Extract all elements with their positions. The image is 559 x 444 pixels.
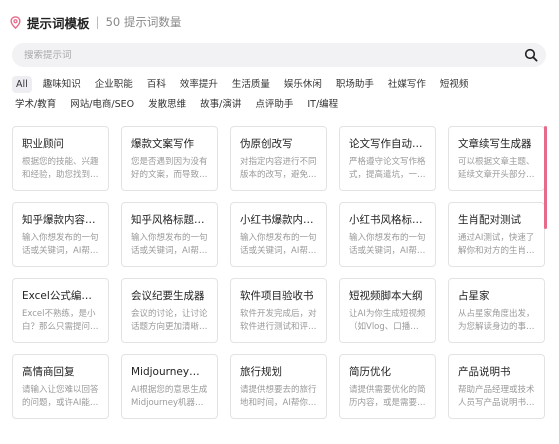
template-card[interactable]: 旅行规划请提供想要去的旅行地和时间，AI帮你规划… bbox=[230, 354, 327, 419]
template-card-description: 输入你想发布的一句话或关键词，AI帮你生… bbox=[349, 233, 426, 256]
template-card-description: 对指定内容进行不同版本的改写，避免文本… bbox=[240, 157, 317, 180]
template-card-title: 爆款文案写作 bbox=[131, 138, 194, 150]
template-card-title: 知乎爆款内容生… bbox=[22, 214, 100, 226]
category-tag[interactable]: 企业职能 bbox=[92, 76, 136, 93]
template-card-title: 高情商回复 bbox=[22, 366, 75, 378]
template-card-description: 请提供需要优化的简历内容，或是需要突出… bbox=[349, 385, 426, 408]
template-card-title: 旅行规划 bbox=[240, 366, 282, 378]
template-card-title: 会议纪要生成器 bbox=[131, 290, 205, 302]
category-tag[interactable]: 学术/教育 bbox=[12, 96, 59, 113]
template-card-description: 严格遵守论文写作格式，提高遣坑，一份… bbox=[349, 157, 426, 180]
template-card-description: 输入你想发布的一句话或关键词，AI帮你生… bbox=[240, 233, 317, 256]
category-tags: All 趣味知识 企业职能 百科 效率提升 生活质量 娱乐休闲 职场助手 社媒写作 短视频学术/教… bbox=[12, 76, 522, 113]
category-tag[interactable]: 生活质量 bbox=[229, 76, 273, 93]
search-input[interactable] bbox=[24, 49, 524, 61]
template-card-title: 产品说明书 bbox=[458, 366, 511, 378]
template-card[interactable]: 论文写作自动生… 严格遵守论文写作格式，提高遣坑，一份… bbox=[339, 126, 436, 191]
template-card-description: 您是否遇到因为没有好的文案，而导致很多… bbox=[131, 157, 208, 180]
category-tag[interactable]: 网站/电商/SEO bbox=[67, 96, 137, 113]
template-card-title: 文章续写生成器 bbox=[458, 138, 532, 150]
template-card-title: 伪原创改写 bbox=[240, 138, 293, 150]
location-pin-icon bbox=[10, 15, 21, 29]
template-card[interactable]: Excel公式编辑器 Excel不熟练，是小白？那么只需提问想… bbox=[12, 278, 109, 343]
category-tag[interactable]: 百科 bbox=[144, 76, 169, 93]
template-card-title: 论文写作自动生… bbox=[349, 138, 427, 150]
template-card-title: 短视频脚本大纲 bbox=[349, 290, 423, 302]
template-card-description: 软件开发完成后，对软件进行测试和评估，… bbox=[240, 309, 317, 332]
template-card-title: 简历优化 bbox=[349, 366, 391, 378]
template-card[interactable]: 知乎风格标题生… 输入你想发布的一句话或关键词，AI帮你生… bbox=[121, 202, 218, 267]
category-tag[interactable]: All bbox=[12, 76, 32, 93]
template-card-title: 占星家 bbox=[458, 290, 490, 302]
page-header: 提示词模板 | 50 提示词数量 bbox=[9, 12, 181, 32]
template-card[interactable]: 伪原创改写对指定内容进行不同版本的改写，避免文本… bbox=[230, 126, 327, 191]
category-tag[interactable]: 职场助手 bbox=[333, 76, 377, 93]
search-bar[interactable] bbox=[12, 43, 546, 67]
template-card-description: 从占星家角度出发，为您解读身边的事情，… bbox=[458, 309, 535, 332]
template-card-title: 知乎风格标题生… bbox=[131, 214, 209, 226]
category-tag[interactable]: 社媒写作 bbox=[385, 76, 429, 93]
template-card-description: 会议的讨论，让讨论话题方向更加清晰明确… bbox=[131, 309, 208, 332]
template-card[interactable]: 文章续写生成器可以根据文章主题、延续文章开头部分完成… bbox=[448, 126, 545, 191]
page-title: 提示词模板 bbox=[27, 15, 90, 31]
template-card-description: 让AI为你生成短视频（如Vlog、口播稿）… bbox=[349, 309, 426, 332]
search-icon[interactable] bbox=[524, 48, 538, 62]
category-tag[interactable]: 发散思维 bbox=[145, 96, 189, 113]
template-card[interactable]: Midjourney提示词 AI根据您的意思生成Midjourney机器人生… bbox=[121, 354, 218, 419]
template-card[interactable]: 短视频脚本大纲让AI为你生成短视频（如Vlog、口播稿）… bbox=[339, 278, 436, 343]
template-card-title: Midjourney提示词 bbox=[131, 366, 209, 378]
template-card[interactable]: 小红书爆款内容… 输入你想发布的一句话或关键词，AI帮你生… bbox=[230, 202, 327, 267]
template-card[interactable]: 生肖配对测试通过AI测试，快速了解你和对方的生肖是否… bbox=[448, 202, 545, 267]
category-tag[interactable]: 故事/演讲 bbox=[197, 96, 244, 113]
template-card[interactable]: 小红书风格标题… 输入你想发布的一句话或关键词，AI帮你生… bbox=[339, 202, 436, 267]
template-card-description: 根据您的技能、兴趣和经验，助您找到适合… bbox=[22, 157, 99, 180]
template-card[interactable]: 职业顾问根据您的技能、兴趣和经验，助您找到适合… bbox=[12, 126, 109, 191]
template-card-description: 通过AI测试，快速了解你和对方的生肖是否… bbox=[458, 233, 535, 256]
template-card-title: 生肖配对测试 bbox=[458, 214, 521, 226]
template-card-description: 输入你想发布的一句话或关键词，AI帮你生… bbox=[22, 233, 99, 256]
template-card[interactable]: 软件项目验收书软件开发完成后，对软件进行测试和评估，… bbox=[230, 278, 327, 343]
template-card-title: 软件项目验收书 bbox=[240, 290, 314, 302]
template-card-description: 请输入让您难以回答的问题，或许AI能为您… bbox=[22, 385, 99, 408]
category-tag[interactable]: 点评助手 bbox=[252, 96, 296, 113]
prompt-count: 50 提示词数量 bbox=[105, 15, 182, 29]
template-card-description: 输入你想发布的一句话或关键词，AI帮你生… bbox=[131, 233, 208, 256]
template-card[interactable]: 会议纪要生成器会议的讨论，让讨论话题方向更加清晰明确… bbox=[121, 278, 218, 343]
template-card-title: 小红书风格标题… bbox=[349, 214, 427, 226]
template-card[interactable]: 简历优化请提供需要优化的简历内容，或是需要突出… bbox=[339, 354, 436, 419]
template-card[interactable]: 爆款文案写作您是否遇到因为没有好的文案，而导致很多… bbox=[121, 126, 218, 191]
template-card[interactable]: 产品说明书帮助产品经理或技术人员写产品说明书，提… bbox=[448, 354, 545, 419]
category-tag[interactable]: 短视频 bbox=[437, 76, 472, 93]
template-card-title: Excel公式编辑器 bbox=[22, 290, 100, 302]
template-card[interactable]: 知乎爆款内容生… 输入你想发布的一句话或关键词，AI帮你生… bbox=[12, 202, 109, 267]
template-card-description: AI根据您的意思生成Midjourney机器人生… bbox=[131, 385, 208, 408]
title-separator: | bbox=[95, 15, 100, 29]
category-tag[interactable]: 趣味知识 bbox=[40, 76, 84, 93]
template-card-description: 请提供想要去的旅行地和时间，AI帮你规划… bbox=[240, 385, 317, 408]
template-card-description: 可以根据文章主题、延续文章开头部分完成… bbox=[458, 157, 535, 180]
template-card[interactable]: 占星家从占星家角度出发，为您解读身边的事情，… bbox=[448, 278, 545, 343]
template-card-description: Excel不熟练，是小白？那么只需提问想… bbox=[22, 309, 96, 332]
category-tag[interactable]: IT/编程 bbox=[304, 96, 341, 113]
template-card[interactable]: 高情商回复请输入让您难以回答的问题，或许AI能为您… bbox=[12, 354, 109, 419]
template-card-title: 职业顾问 bbox=[22, 138, 64, 150]
template-card-title: 小红书爆款内容… bbox=[240, 214, 318, 226]
template-card-description: 帮助产品经理或技术人员写产品说明书，提… bbox=[458, 385, 535, 408]
scrollbar-thumb[interactable] bbox=[544, 126, 547, 229]
template-grid: 职业顾问根据您的技能、兴趣和经验，助您找到适合…爆款文案写作您是否遇到因为没有好… bbox=[12, 126, 546, 419]
category-tag[interactable]: 娱乐休闲 bbox=[281, 76, 325, 93]
category-tag[interactable]: 效率提升 bbox=[177, 76, 221, 93]
